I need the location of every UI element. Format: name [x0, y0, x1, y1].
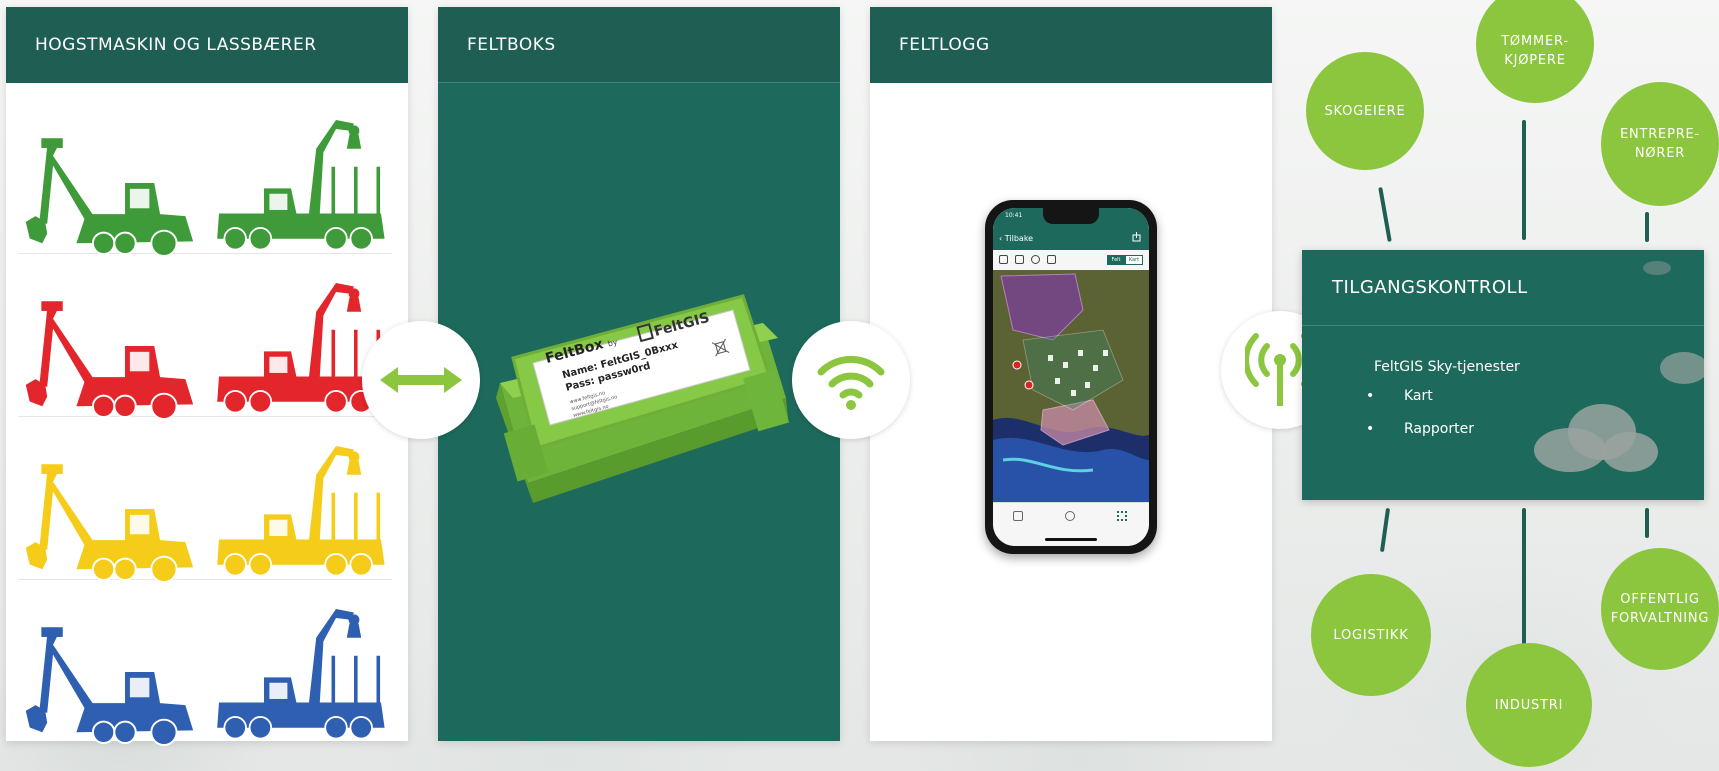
actor-industri-label: INDUSTRI — [1494, 697, 1564, 713]
status-time: 10:41 — [1005, 212, 1023, 219]
actor-entre-line1: ENTREPRE- — [1619, 127, 1701, 142]
machine-row — [18, 421, 392, 583]
info-icon[interactable] — [1031, 255, 1040, 264]
forwarder-icon — [217, 282, 385, 414]
harvester-icon — [25, 301, 194, 420]
forwarder-icon — [217, 119, 385, 251]
harvester-icon — [25, 627, 194, 746]
actor-entreprenorer: ENTREPRE- NØRER — [1601, 82, 1719, 206]
actor-tommer-line1: TØMMER- — [1501, 34, 1569, 49]
map-view[interactable] — [993, 270, 1149, 502]
access-control-box: TILGANGSKONTROLL FeltGIS Sky-tjenester K… — [1302, 250, 1704, 500]
feltboks-panel-title: FELTBOKS — [438, 7, 840, 83]
machines-panel-title: HOGSTMASKIN OG LASSBÆRER — [6, 7, 408, 83]
service-item-rapporter: Rapporter — [1364, 421, 1474, 454]
actor-entre-line2: NØRER — [1634, 146, 1686, 161]
actor-industri: INDUSTRI — [1466, 643, 1592, 767]
machine-row — [18, 258, 392, 420]
phone-mockup: 10:41 ‹ Tilbake Felt Kart — [985, 200, 1157, 554]
machine-list — [6, 83, 408, 746]
cloud-tiny-icon — [1643, 261, 1671, 275]
ruler-icon[interactable] — [1047, 255, 1056, 264]
toggle-kart[interactable]: Kart — [1125, 255, 1143, 265]
machine-row — [18, 584, 392, 746]
phone-screen: 10:41 ‹ Tilbake Felt Kart — [993, 208, 1149, 546]
line-offentlig — [1645, 508, 1649, 538]
actor-offentlig-line2: FORVALTNING — [1610, 611, 1710, 626]
feltboks-panel-body: FeltBox by FeltGIS Name: FeltGIS_0Bxxx P… — [438, 83, 840, 741]
actor-tommer-line2: KJØPERE — [1504, 53, 1566, 68]
forwarder-icon — [217, 608, 385, 740]
line-tommerkjopere — [1522, 120, 1526, 240]
truck-icon[interactable] — [1015, 255, 1024, 264]
machines-panel: HOGSTMASKIN OG LASSBÆRER — [6, 7, 408, 746]
feltlogg-panel-body: 10:41 ‹ Tilbake Felt Kart — [870, 83, 1272, 741]
harvester-icon — [25, 464, 194, 583]
actor-logistikk-label: LOGISTIKK — [1333, 627, 1409, 643]
feltlogg-panel-title: FELTLOGG — [870, 7, 1272, 83]
actor-skogeiere: SKOGEIERE — [1306, 52, 1424, 170]
tab-grid-icon[interactable] — [1117, 511, 1127, 521]
home-indicator — [1045, 538, 1097, 541]
layers-icon[interactable] — [999, 255, 1008, 264]
tab-map-icon[interactable] — [1013, 511, 1023, 521]
feltlogg-panel: FELTLOGG 10:41 ‹ Tilbake Felt Kart — [870, 7, 1272, 741]
map-toolbar: Felt Kart — [993, 250, 1149, 271]
machine-row — [18, 95, 392, 257]
actor-logistikk: LOGISTIKK — [1311, 574, 1431, 696]
phone-notch — [1043, 208, 1099, 224]
service-item-kart: Kart — [1364, 388, 1474, 421]
share-icon[interactable] — [1132, 232, 1141, 242]
actor-offentlig-line1: OFFENTLIG — [1620, 592, 1700, 607]
actor-skogeiere-label: SKOGEIERE — [1324, 103, 1406, 119]
actor-offentlig: OFFENTLIG FORVALTNING — [1601, 548, 1719, 670]
cloud-small-icon — [1660, 352, 1704, 384]
cloud-icon — [1534, 404, 1658, 472]
back-button[interactable]: ‹ Tilbake — [999, 234, 1033, 243]
services-list: Kart Rapporter — [1364, 388, 1474, 454]
tab-user-icon[interactable] — [1065, 511, 1075, 521]
double-arrow-icon — [380, 367, 462, 393]
feltboks-panel: FELTBOKS FeltBox by FeltGIS Name: FeltGI… — [438, 7, 840, 741]
wireless-connector — [792, 321, 910, 439]
line-entreprenorer — [1645, 212, 1649, 242]
toggle-felt[interactable]: Felt — [1107, 255, 1125, 265]
cloud-services-label: FeltGIS Sky-tjenester — [1374, 359, 1520, 375]
bidirectional-connector — [362, 321, 480, 439]
back-label: Tilbake — [1004, 234, 1034, 243]
feltbox-device-image: FeltBox by FeltGIS Name: FeltGIS_0Bxxx P… — [496, 294, 790, 503]
line-industri — [1522, 508, 1526, 648]
harvester-icon — [25, 138, 194, 257]
wifi-icon — [817, 355, 885, 410]
forwarder-icon — [217, 445, 385, 577]
